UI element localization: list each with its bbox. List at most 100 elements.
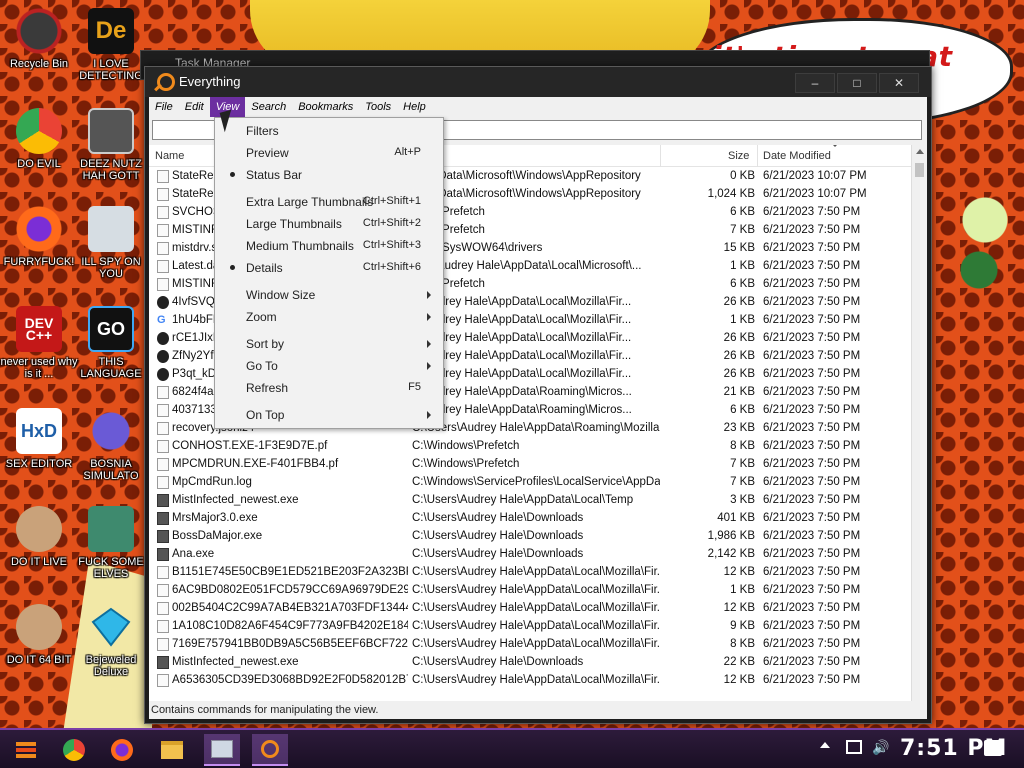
menu-tools[interactable]: Tools xyxy=(359,97,397,117)
menu-bookmarks[interactable]: Bookmarks xyxy=(292,97,359,117)
taskbar-chrome[interactable] xyxy=(56,734,92,766)
cell-size: 15 KB xyxy=(723,242,755,254)
table-row[interactable]: 002B5404C2C99A7AB4EB321A703FDF13444... C:… xyxy=(149,600,911,618)
cell-size: 1 KB xyxy=(730,584,755,596)
table-row[interactable]: MistInfected_newest.exe C:\Users\Audrey H… xyxy=(149,654,911,672)
taskbar-file-explorer[interactable] xyxy=(154,734,190,766)
desktop-icon-deez-nutz[interactable]: DEEZ NUTZ HAH GOTT xyxy=(72,108,150,182)
column-name[interactable]: Name xyxy=(155,150,184,162)
cell-size: 12 KB xyxy=(723,602,755,614)
cell-date: 6/21/2023 7:50 PM xyxy=(763,602,861,614)
desktop-icon-recycle-bin[interactable]: Recycle Bin xyxy=(0,8,78,70)
cell-size: 7 KB xyxy=(730,476,755,488)
menu-item-label: Large Thumbnails xyxy=(246,217,342,231)
table-row[interactable]: MrsMajor3.0.exe C:\Users\Audrey Hale\Down… xyxy=(149,510,911,528)
menu-file[interactable]: File xyxy=(149,97,179,117)
menu-item-medium-thumbnails[interactable]: Medium Thumbnails Ctrl+Shift+3 xyxy=(215,235,443,255)
menu-item-sort-by[interactable]: Sort by xyxy=(215,333,443,353)
menu-help[interactable]: Help xyxy=(397,97,432,117)
cell-path: C:\Users\Audrey Hale\AppData\Roaming\Moz… xyxy=(412,422,660,434)
goland-icon: GO xyxy=(88,306,134,352)
desktop-icon-hex-editor[interactable]: HxD SEX EDITOR xyxy=(0,408,78,470)
tray-chevron-icon[interactable] xyxy=(820,742,830,748)
cell-size: 8 KB xyxy=(730,638,755,650)
file-icon xyxy=(157,458,169,471)
menu-item-label: Zoom xyxy=(246,310,277,324)
menu-item-details[interactable]: Details Ctrl+Shift+6 xyxy=(215,257,443,277)
desktop-icon-do-evil[interactable]: DO EVIL xyxy=(0,108,78,170)
cell-date: 6/21/2023 7:50 PM xyxy=(763,332,861,344)
menu-item-preview[interactable]: Preview Alt+P xyxy=(215,142,443,162)
file-icon xyxy=(157,170,169,183)
menu-item-label: On Top xyxy=(246,408,285,422)
menu-edit[interactable]: Edit xyxy=(179,97,210,117)
desktop-icon-devcpp[interactable]: DEV C++ never used why is it ... xyxy=(0,306,78,380)
close-button[interactable]: ✕ xyxy=(879,73,919,93)
desktop-icon-spy[interactable]: ILL SPY ON YOU xyxy=(72,206,150,280)
menu-item-extra-large-thumbnails[interactable]: Extra Large Thumbnails Ctrl+Shift+1 xyxy=(215,191,443,211)
table-row[interactable]: MistInfected_newest.exe C:\Users\Audrey H… xyxy=(149,492,911,510)
desktop-icon-bosnia[interactable]: BOSNIA SIMULATO xyxy=(72,408,150,482)
table-row[interactable]: Ana.exe C:\Users\Audrey Hale\Downloads 2,1… xyxy=(149,546,911,564)
table-row[interactable]: B1151E745E50CB9E1ED521BE203F2A323BF... C:… xyxy=(149,564,911,582)
desktop-icon-go[interactable]: GO THIS LANGUAGE xyxy=(72,306,150,380)
chrome-icon xyxy=(63,739,85,761)
menu-search[interactable]: Search xyxy=(245,97,292,117)
start-button[interactable] xyxy=(8,734,44,766)
cell-size: 12 KB xyxy=(723,674,755,686)
title-bar[interactable]: Everything – □ ✕ xyxy=(145,67,931,97)
table-row[interactable]: MPCMDRUN.EXE-F401FBB4.pf C:\Windows\Prefe… xyxy=(149,456,911,474)
notification-icon[interactable] xyxy=(984,740,1002,756)
desktop-icon-bejeweled[interactable]: Bejeweled Deluxe xyxy=(72,604,150,678)
network-icon[interactable] xyxy=(846,740,862,754)
cell-path: C:\Users\Audrey Hale\AppData\Local\Mozil… xyxy=(412,620,660,632)
menu-item-refresh[interactable]: Refresh F5 xyxy=(215,377,443,397)
chrome-icon xyxy=(16,108,62,154)
maximize-button[interactable]: □ xyxy=(837,73,877,93)
desktop-icon-detecting[interactable]: De I LOVE DETECTING xyxy=(72,8,150,82)
desktop-icon-do-it-live[interactable]: DO IT LIVE xyxy=(0,506,78,568)
cell-path: C:\Windows\Prefetch xyxy=(412,458,520,470)
cell-date: 6/21/2023 7:50 PM xyxy=(763,296,861,308)
desktop-icon-64-bit[interactable]: DO IT 64 BIT xyxy=(0,604,78,666)
menu-item-zoom[interactable]: Zoom xyxy=(215,306,443,326)
table-row[interactable]: CONHOST.EXE-1F3E9D7E.pf C:\Windows\Prefet… xyxy=(149,438,911,456)
file-icon xyxy=(157,638,169,651)
menu-item-large-thumbnails[interactable]: Large Thumbnails Ctrl+Shift+2 xyxy=(215,213,443,233)
cell-name: B1151E745E50CB9E1ED521BE203F2A323BF... xyxy=(172,566,408,578)
cell-date: 6/21/2023 7:50 PM xyxy=(763,440,861,452)
github-icon xyxy=(157,368,169,381)
taskbar-firefox[interactable] xyxy=(104,734,140,766)
cell-size: 401 KB xyxy=(717,512,755,524)
menu-item-filters[interactable]: Filters xyxy=(215,120,443,140)
volume-icon[interactable]: 🔊 xyxy=(872,740,889,754)
menu-item-status-bar[interactable]: Status Bar xyxy=(215,164,443,184)
file-icon xyxy=(157,602,169,615)
minimize-button[interactable]: – xyxy=(795,73,835,93)
taskbar-everything[interactable] xyxy=(252,734,288,766)
taskbar-task-manager[interactable] xyxy=(204,734,240,766)
scroll-thumb[interactable] xyxy=(915,163,924,177)
desktop-icon-furryfuck[interactable]: FURRYFUCK! xyxy=(0,206,78,268)
table-row[interactable]: MpCmdRun.log C:\Windows\ServiceProfiles\L… xyxy=(149,474,911,492)
cell-path: dows\Prefetch xyxy=(412,206,485,218)
column-date-modified[interactable]: Date Modified xyxy=(763,150,831,162)
menu-item-window-size[interactable]: Window Size xyxy=(215,284,443,304)
cell-path: C:\Users\Audrey Hale\AppData\Local\Mozil… xyxy=(412,602,660,614)
scroll-up-icon[interactable] xyxy=(916,149,924,154)
table-row[interactable]: 1A108C10D82A6F454C9F773A9FB4202E184D... C… xyxy=(149,618,911,636)
table-row[interactable]: 7169E757941BB0DB9A5C56B5EEF6BCF722E... C:… xyxy=(149,636,911,654)
table-row[interactable]: 6AC9BD0802E051FCD579CC69A96979DE296... C:… xyxy=(149,582,911,600)
menu-item-label: Go To xyxy=(246,359,278,373)
desktop-icon-elves[interactable]: FUCK SOME ELVES xyxy=(72,506,150,580)
vertical-scrollbar[interactable] xyxy=(911,145,927,701)
cell-size: 6 KB xyxy=(730,206,755,218)
submenu-arrow-icon xyxy=(427,291,431,299)
table-row[interactable]: BossDaMajor.exe C:\Users\Audrey Hale\Down… xyxy=(149,528,911,546)
table-row[interactable]: A6536305CD39ED3068BD92E2F0D582012B7... C:… xyxy=(149,672,911,690)
file-icon xyxy=(157,440,169,453)
start-icon xyxy=(16,742,36,758)
column-size[interactable]: Size xyxy=(728,150,749,162)
menu-item-on-top[interactable]: On Top xyxy=(215,404,443,424)
menu-item-go-to[interactable]: Go To xyxy=(215,355,443,375)
